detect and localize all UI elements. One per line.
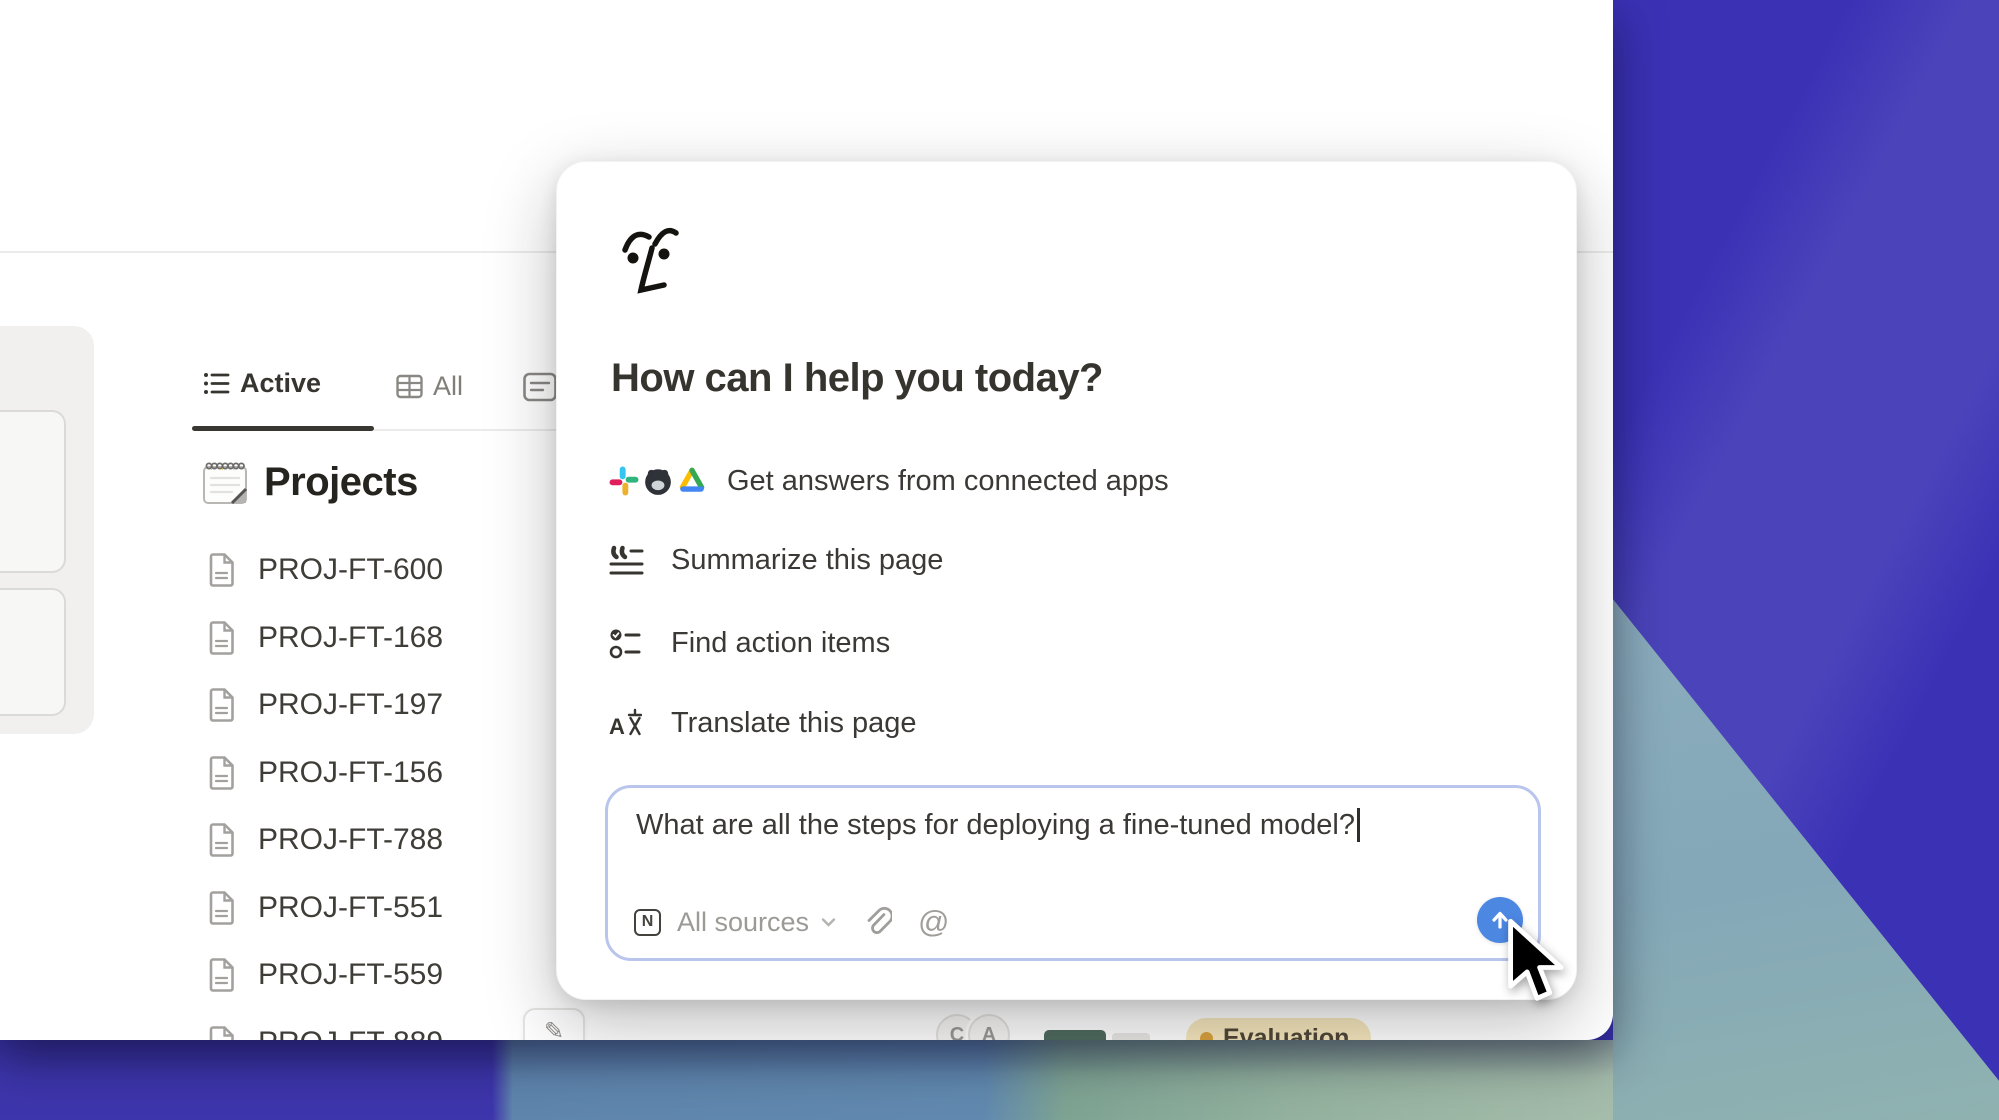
toolbar-button[interactable]: [1112, 1033, 1150, 1040]
notion-ai-face-icon: [621, 224, 679, 300]
evaluation-tag[interactable]: Evaluation: [1186, 1018, 1371, 1040]
list-view-icon: [203, 370, 230, 397]
project-row[interactable]: PROJ-FT-156: [208, 756, 443, 790]
avatar[interactable]: A: [968, 1014, 1010, 1040]
tab-active[interactable]: Active: [203, 368, 321, 399]
tab-label: Active: [240, 368, 321, 399]
greeting-heading: How can I help you today?: [611, 356, 1103, 401]
quote-summary-icon: [609, 545, 644, 576]
sidebar-panel: [0, 326, 94, 734]
page-icon: [208, 553, 236, 587]
page-icon: [208, 1026, 236, 1040]
notepad-icon: [202, 458, 248, 506]
page-icon: [208, 756, 236, 790]
tab-all[interactable]: All: [396, 371, 463, 402]
github-icon: [643, 466, 673, 496]
sidebar-card[interactable]: [0, 588, 66, 716]
mention-icon[interactable]: @: [918, 904, 949, 940]
page-icon: [208, 688, 236, 722]
google-drive-icon: [677, 466, 707, 496]
avatar-initial: A: [982, 1024, 996, 1041]
translate-icon: A: [609, 708, 642, 738]
project-row[interactable]: PROJ-FT-889: [208, 1026, 443, 1040]
checklist-icon: [609, 627, 641, 659]
svg-text:A: A: [609, 714, 625, 738]
tab-baseline: [374, 429, 558, 431]
project-row[interactable]: PROJ-FT-551: [208, 891, 443, 925]
desktop: Active All: [0, 0, 1999, 1120]
board-view-icon: [523, 372, 557, 402]
menu-item-label: Translate this page: [671, 707, 917, 740]
paperclip-icon[interactable]: [862, 906, 892, 938]
project-row[interactable]: PROJ-FT-168: [208, 621, 443, 655]
toolbar-button[interactable]: [1044, 1030, 1106, 1040]
project-link: PROJ-FT-551: [258, 891, 443, 925]
project-link: PROJ-FT-889: [258, 1026, 443, 1040]
menu-item-label: Summarize this page: [671, 544, 943, 577]
edit-button[interactable]: ✎: [523, 1008, 585, 1040]
page-title-text: Projects: [264, 460, 418, 505]
slack-icon: [609, 466, 639, 496]
menu-item-translate[interactable]: A Translate this page: [609, 703, 917, 743]
project-link: PROJ-FT-197: [258, 688, 443, 722]
page-title: Projects: [202, 458, 418, 506]
page-icon: [208, 891, 236, 925]
project-row[interactable]: PROJ-FT-559: [208, 958, 443, 992]
project-link: PROJ-FT-600: [258, 553, 443, 587]
table-view-icon: [396, 374, 423, 399]
tag-dot: [1200, 1032, 1213, 1041]
tab-label: All: [433, 371, 463, 402]
ai-assistant-dialog: How can I help you today?: [556, 161, 1577, 1000]
pencil-icon: ✎: [544, 1017, 564, 1041]
page-icon: [208, 958, 236, 992]
active-tab-underline: [192, 426, 374, 431]
tag-label: Evaluation: [1223, 1024, 1349, 1041]
project-link: PROJ-FT-168: [258, 621, 443, 655]
wallpaper-bottom-strip: [0, 1040, 1613, 1120]
menu-item-label: Find action items: [671, 627, 890, 660]
menu-item-find-action-items[interactable]: Find action items: [609, 623, 890, 663]
menu-item-summarize[interactable]: Summarize this page: [609, 540, 943, 580]
page-icon: [208, 621, 236, 655]
tab-board[interactable]: [523, 372, 557, 402]
project-row[interactable]: PROJ-FT-788: [208, 823, 443, 857]
source-selector[interactable]: All sources: [677, 907, 809, 938]
menu-item-label: Get answers from connected apps: [727, 465, 1169, 498]
text-caret: [1357, 808, 1360, 842]
menu-item-connected-apps[interactable]: Get answers from connected apps: [609, 461, 1169, 501]
sidebar-card[interactable]: [0, 410, 66, 573]
prompt-input[interactable]: What are all the steps for deploying a f…: [605, 785, 1541, 961]
project-link: PROJ-FT-559: [258, 958, 443, 992]
notion-window: Active All: [0, 0, 1613, 1040]
project-link: PROJ-FT-156: [258, 756, 443, 790]
mouse-cursor: [1506, 918, 1568, 1006]
page-icon: [208, 823, 236, 857]
project-row[interactable]: PROJ-FT-197: [208, 688, 443, 722]
prompt-text: What are all the steps for deploying a f…: [636, 809, 1355, 842]
project-row[interactable]: PROJ-FT-600: [208, 553, 443, 587]
notion-icon: N: [634, 909, 661, 936]
avatar-initial: C: [950, 1024, 964, 1041]
chevron-down-icon[interactable]: [821, 917, 836, 928]
project-link: PROJ-FT-788: [258, 823, 443, 857]
